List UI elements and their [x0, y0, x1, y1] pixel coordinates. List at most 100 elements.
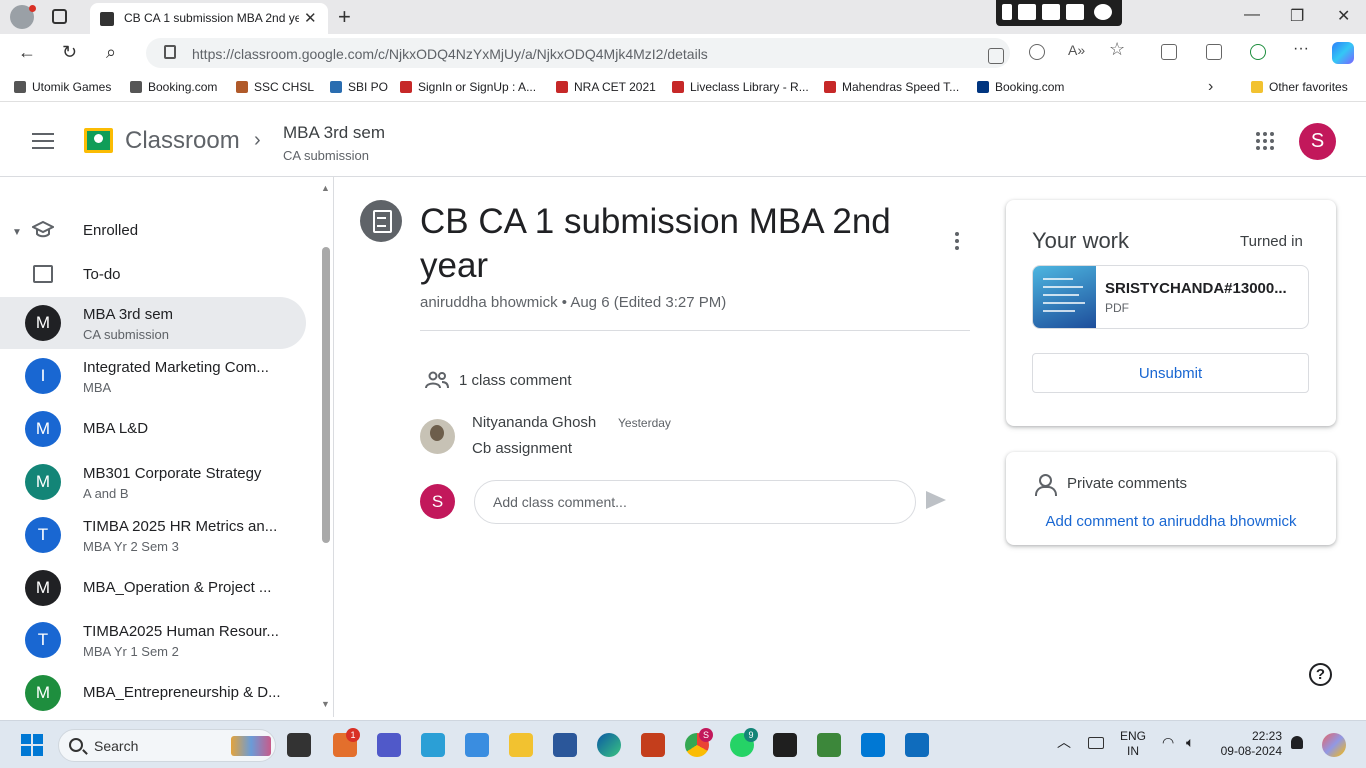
desktop-icon[interactable] [421, 733, 445, 757]
enrolled-label[interactable]: Enrolled [83, 222, 138, 239]
attachment-card[interactable]: SRISTYCHANDA#13000... PDF [1032, 265, 1309, 329]
copilot-taskbar-icon[interactable] [1322, 733, 1346, 757]
todo-label[interactable]: To-do [83, 266, 121, 283]
close-window-icon[interactable]: ✕ [1337, 6, 1350, 26]
site-info-icon[interactable] [164, 45, 176, 59]
more-menu-icon[interactable]: ··· [1293, 40, 1309, 57]
task-view-icon[interactable] [287, 733, 311, 757]
back-arrow-icon[interactable]: ← [18, 42, 36, 63]
volume-icon[interactable]: 🔈︎ [1186, 735, 1194, 750]
sidebar-class-item[interactable]: I Integrated Marketing Com... MBA [0, 350, 306, 402]
bookmark-item[interactable]: NRA CET 2021 [556, 80, 656, 94]
folder-icon [1251, 81, 1263, 93]
clock[interactable]: 22:23 09-08-2024 [1219, 729, 1282, 759]
more-options-icon[interactable] [950, 232, 964, 256]
bookmarks-overflow-chevron-icon[interactable]: › [1208, 78, 1213, 96]
bookmark-item[interactable]: Booking.com [977, 80, 1064, 94]
copy-icon[interactable] [1066, 4, 1084, 20]
zoom-icon[interactable] [1029, 44, 1045, 60]
account-avatar[interactable]: S [1299, 123, 1336, 160]
notification-bell-icon[interactable] [1291, 736, 1303, 749]
brand-name[interactable]: Classroom [125, 127, 240, 155]
comment-timestamp: Yesterday [618, 416, 671, 430]
bookmark-item[interactable]: Mahendras Speed T... [824, 80, 959, 94]
sidebar-class-item[interactable]: M MBA_Entrepreneurship & D... [0, 667, 306, 717]
refresh-icon[interactable]: ↻ [62, 42, 77, 63]
add-private-comment-link[interactable]: Add comment to aniruddha bhowmick [1036, 509, 1306, 535]
other-favorites-folder[interactable]: Other favorites [1251, 80, 1348, 94]
copilot-icon[interactable] [1332, 42, 1354, 64]
wifi-icon[interactable]: ◠ [1162, 735, 1174, 750]
sidebar-class-item[interactable]: M MBA_Operation & Project ... [0, 562, 306, 614]
sidebar-scrollbar[interactable] [322, 247, 330, 543]
send-icon[interactable] [926, 491, 946, 509]
camera-icon[interactable] [1018, 4, 1036, 20]
url-field[interactable]: https://classroom.google.com/c/NjkxODQ4N… [146, 38, 1010, 68]
help-icon[interactable]: ? [1309, 663, 1332, 686]
bookmark-item[interactable]: Utomik Games [14, 80, 111, 94]
app-available-icon[interactable] [988, 48, 1004, 64]
bookmark-item[interactable]: SignIn or SignUp : A... [400, 80, 536, 94]
class-comment-input[interactable]: Add class comment... [474, 480, 916, 524]
sidebar-class-item[interactable]: M MBA L&D [0, 403, 306, 455]
outlook-icon[interactable] [905, 733, 929, 757]
restore-icon[interactable]: ❐ [1290, 6, 1304, 26]
file-explorer-icon[interactable] [509, 733, 533, 757]
teams-icon[interactable] [377, 733, 401, 757]
bookmark-item[interactable]: Booking.com [130, 80, 217, 94]
bookmark-item[interactable]: SBI PO [330, 80, 388, 94]
sidebar-class-item[interactable]: M MBA 3rd sem CA submission [0, 297, 306, 349]
scroll-down-arrow-icon[interactable]: ▼ [321, 699, 330, 709]
bookmark-item[interactable]: Liveclass Library - R... [672, 80, 809, 94]
tab-title: CB CA 1 submission MBA 2nd year [124, 11, 299, 25]
tray-chevron-up-icon[interactable]: ︿ [1057, 735, 1071, 750]
sidebar-class-item[interactable]: T TIMBA2025 Human Resour... MBA Yr 1 Sem 2 [0, 614, 306, 666]
tab-close-icon[interactable]: ✕ [304, 9, 317, 27]
collapse-arrow-icon[interactable]: ▼ [12, 227, 22, 238]
nodejs-icon[interactable] [817, 733, 841, 757]
attachment-name: SRISTYCHANDA#13000... [1105, 280, 1287, 297]
bookmark-item[interactable]: SSC CHSL [236, 80, 314, 94]
start-windows-icon[interactable] [21, 734, 43, 756]
terminal-icon[interactable] [773, 733, 797, 757]
new-tab-icon[interactable]: + [338, 4, 351, 30]
breadcrumb-class-name[interactable]: MBA 3rd sem [283, 123, 385, 143]
collections-icon[interactable] [1206, 44, 1222, 60]
word-icon[interactable] [553, 733, 577, 757]
todo-icon [33, 265, 53, 283]
class-section: MBA [83, 380, 112, 395]
search-icon[interactable]: ⌕ [106, 42, 116, 63]
sidebar-class-item[interactable]: T TIMBA 2025 HR Metrics an... MBA Yr 2 Sem… [0, 509, 306, 561]
unsubmit-button[interactable]: Unsubmit [1032, 353, 1309, 393]
settings-gear-icon[interactable] [1094, 4, 1112, 20]
class-name: MBA L&D [83, 420, 149, 437]
edge-icon[interactable] [597, 733, 621, 757]
scroll-up-arrow-icon[interactable]: ▲ [321, 183, 330, 193]
keyboard-icon[interactable] [1088, 737, 1104, 749]
class-avatar: M [25, 675, 61, 711]
taskbar-search[interactable]: Search [58, 729, 276, 762]
favorite-star-icon[interactable]: ☆ [1109, 39, 1125, 59]
class-avatar: T [25, 622, 61, 658]
powerpoint-icon[interactable] [641, 733, 665, 757]
google-apps-icon[interactable] [1256, 132, 1274, 150]
tab-actions-icon[interactable] [52, 9, 67, 24]
class-name: MBA_Operation & Project ... [83, 579, 272, 596]
sidebar-class-item[interactable]: M MB301 Corporate Strategy A and B [0, 456, 306, 508]
pen-icon[interactable] [1002, 4, 1012, 20]
video-icon[interactable] [1042, 4, 1060, 20]
split-screen-icon[interactable] [1161, 44, 1177, 60]
class-comments-count[interactable]: 1 class comment [459, 372, 572, 389]
windows-taskbar: Search 1 S 9 ︿ ENG IN ◠ 🔈︎ 22:23 09-08-2… [0, 720, 1366, 768]
minimize-icon[interactable]: — [1244, 6, 1260, 24]
breadcrumb-class-section: CA submission [283, 148, 369, 163]
read-aloud-icon[interactable]: A» [1068, 42, 1085, 58]
main-menu-icon[interactable] [32, 133, 54, 149]
mail-icon[interactable] [465, 733, 489, 757]
language-indicator[interactable]: ENG IN [1120, 729, 1146, 759]
class-name: MBA_Entrepreneurship & D... [83, 684, 281, 701]
vscode-icon[interactable] [861, 733, 885, 757]
browser-tab-active[interactable]: CB CA 1 submission MBA 2nd year ✕ [90, 3, 328, 34]
classroom-logo[interactable] [84, 128, 113, 153]
browser-essentials-icon[interactable] [1250, 44, 1266, 60]
